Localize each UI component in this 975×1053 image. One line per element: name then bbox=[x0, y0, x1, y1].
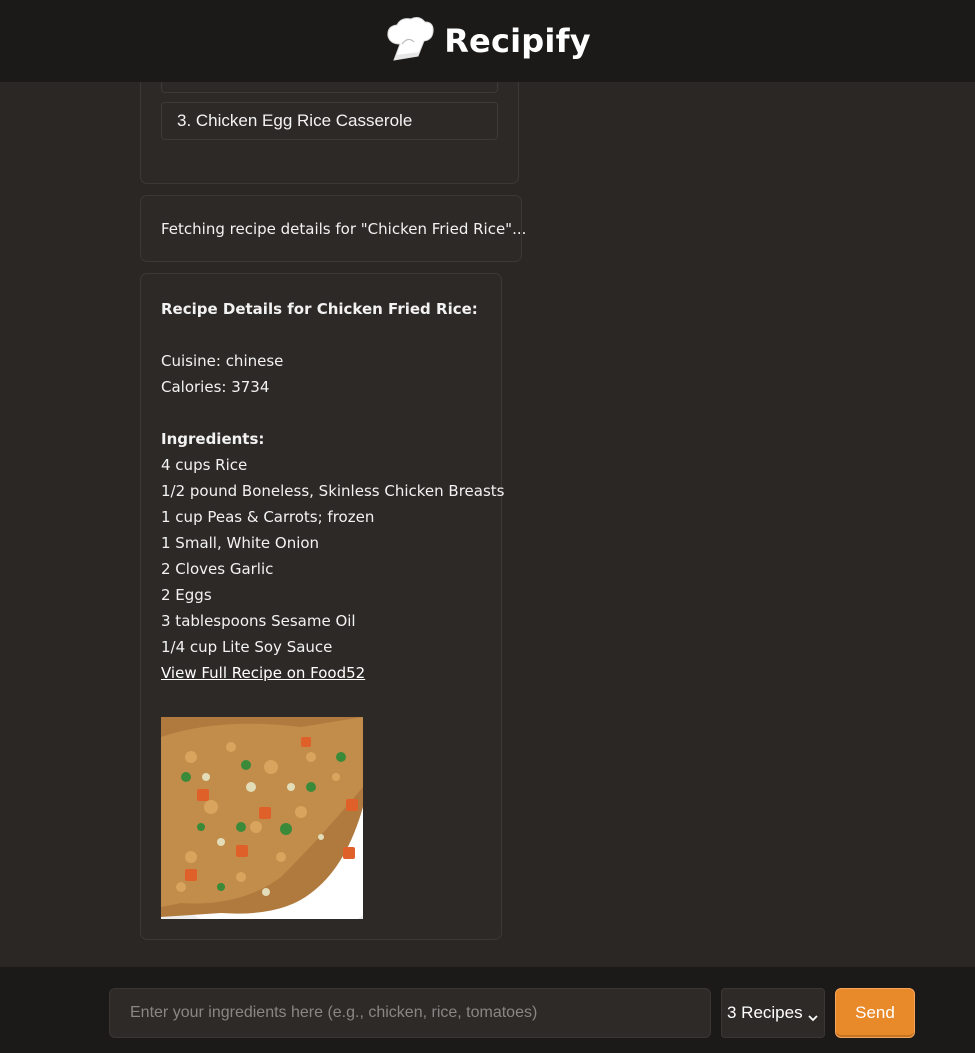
ingredient-item: 3 tablespoons Sesame Oil bbox=[161, 612, 356, 630]
ingredient-item: 1/2 pound Boneless, Skinless Chicken Bre… bbox=[161, 482, 505, 500]
ingredients-input[interactable] bbox=[109, 988, 711, 1038]
full-recipe-link[interactable]: View Full Recipe on Food52 bbox=[161, 664, 365, 682]
ingredient-item: 1 Small, White Onion bbox=[161, 534, 320, 552]
app-title: Recipify bbox=[444, 22, 591, 60]
brand: Recipify bbox=[384, 16, 591, 66]
send-button[interactable]: Send bbox=[835, 988, 915, 1038]
cuisine-text: Cuisine: chinese bbox=[161, 352, 284, 370]
recipe-count-value: 3 Recipes bbox=[727, 1003, 803, 1022]
chevron-down-icon bbox=[808, 1007, 818, 1027]
ingredient-item: 4 cups Rice bbox=[161, 456, 248, 474]
recipe-option-label: 3. Chicken Egg Rice Casserole bbox=[177, 111, 413, 130]
ingredient-item: 2 Cloves Garlic bbox=[161, 560, 274, 578]
ingredient-item: 2 Eggs bbox=[161, 586, 212, 604]
recipe-options-card: 3. Chicken Egg Rice Casserole bbox=[140, 82, 519, 184]
recipe-count-select[interactable]: 3 Recipes bbox=[721, 988, 825, 1038]
ingredient-item: 1/4 cup Lite Soy Sauce bbox=[161, 638, 333, 656]
recipe-option-item[interactable] bbox=[161, 82, 498, 93]
recipe-details-heading: Recipe Details for Chicken Fried Rice: bbox=[161, 300, 478, 318]
ingredients-heading: Ingredients: bbox=[161, 430, 265, 448]
calories-text: Calories: 3734 bbox=[161, 378, 270, 396]
status-message: Fetching recipe details for "Chicken Fri… bbox=[161, 220, 527, 238]
recipe-details-body: Recipe Details for Chicken Fried Rice: C… bbox=[161, 296, 505, 686]
recipe-details-card: Recipe Details for Chicken Fried Rice: C… bbox=[140, 273, 505, 940]
app-header: Recipify bbox=[0, 0, 975, 82]
status-message-card: Fetching recipe details for "Chicken Fri… bbox=[140, 195, 526, 262]
chat-area[interactable]: 3. Chicken Egg Rice Casserole Fetching r… bbox=[0, 82, 975, 967]
recipe-option-item[interactable]: 3. Chicken Egg Rice Casserole bbox=[161, 102, 498, 140]
chef-hat-icon bbox=[384, 16, 436, 66]
recipe-photo bbox=[159, 717, 399, 939]
composer-bar: 3 Recipes Send bbox=[0, 967, 975, 1053]
ingredient-item: 1 cup Peas & Carrots; frozen bbox=[161, 508, 375, 526]
